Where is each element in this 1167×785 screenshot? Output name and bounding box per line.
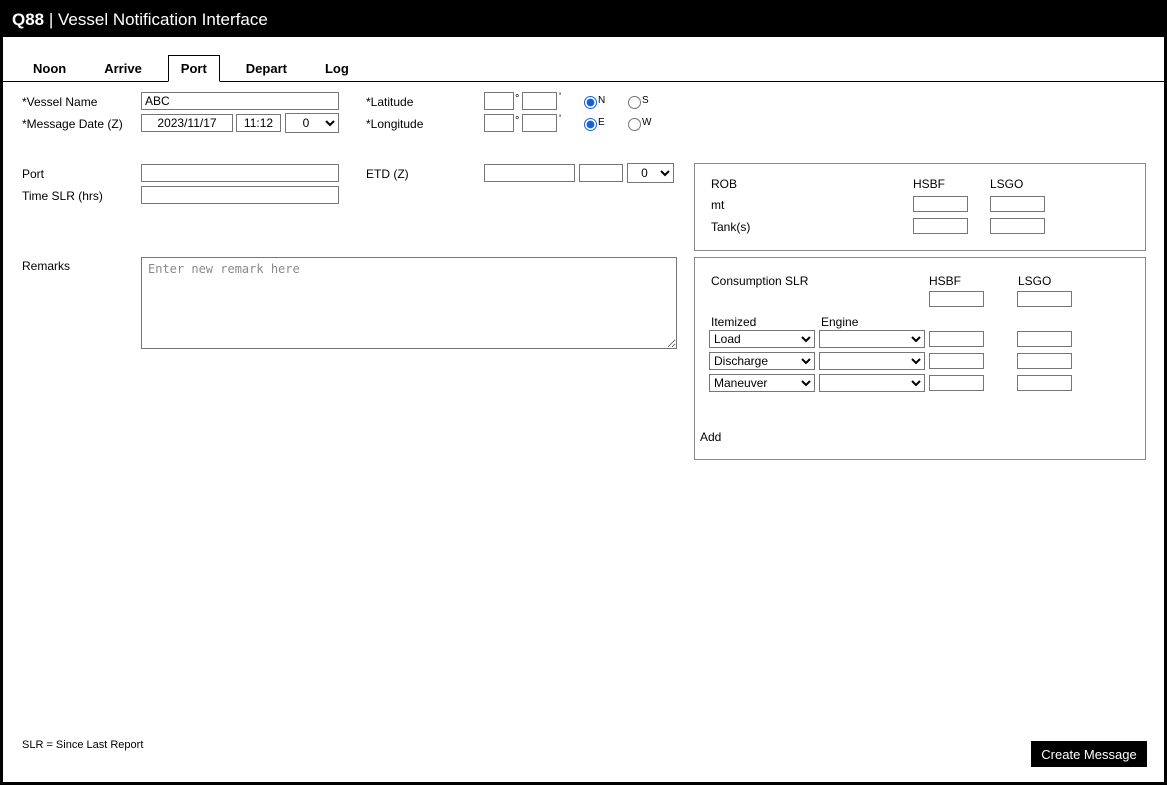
time-slr-input[interactable] xyxy=(141,186,339,204)
latitude-minute-symbol: ' xyxy=(559,91,562,103)
vessel-name-input[interactable] xyxy=(141,92,339,110)
consumption-row-1-hsbf-input[interactable] xyxy=(929,331,984,347)
consumption-lsgo-total-input[interactable] xyxy=(1017,291,1072,307)
tab-arrive[interactable]: Arrive xyxy=(92,56,154,83)
consumption-hsbf-column-header: HSBF xyxy=(929,274,962,288)
latitude-label: *Latitude xyxy=(366,95,414,109)
app-brand: Q88 xyxy=(12,10,45,29)
latitude-north-radio[interactable] xyxy=(584,96,597,109)
time-slr-label: Time SLR (hrs) xyxy=(22,189,103,203)
consumption-row-1-lsgo-input[interactable] xyxy=(1017,331,1072,347)
latitude-degrees-input[interactable] xyxy=(484,92,514,110)
consumption-panel-title: Consumption SLR xyxy=(711,274,809,288)
tab-bar: Noon Arrive Port Depart Log xyxy=(3,54,1164,82)
etd-label: ETD (Z) xyxy=(366,167,409,181)
longitude-east-radio-label: E xyxy=(598,117,605,128)
remarks-label: Remarks xyxy=(22,259,71,273)
message-date-input[interactable] xyxy=(141,114,233,132)
consumption-lsgo-column-header: LSGO xyxy=(1018,274,1052,288)
itemized-select-row-3[interactable]: Maneuver xyxy=(709,374,815,392)
rob-lsgo-column-header: LSGO xyxy=(990,177,1024,191)
message-time-input[interactable] xyxy=(236,114,281,132)
latitude-degree-symbol: ° xyxy=(515,93,520,105)
longitude-west-radio-label: W xyxy=(642,117,652,128)
rob-panel-title: ROB xyxy=(711,177,738,191)
add-consumption-row-link[interactable]: Add xyxy=(700,430,721,444)
itemized-column-header: Itemized xyxy=(711,315,757,329)
tab-noon[interactable]: Noon xyxy=(21,56,78,83)
tab-log[interactable]: Log xyxy=(313,56,361,83)
longitude-degree-symbol: ° xyxy=(515,115,520,127)
app-window: Q88 | Vessel Notification Interface Noon… xyxy=(0,0,1167,785)
consumption-row-2-hsbf-input[interactable] xyxy=(929,353,984,369)
title-separator: | xyxy=(44,10,59,29)
itemized-select-row-1[interactable]: Load xyxy=(709,330,815,348)
page-title: Vessel Notification Interface xyxy=(58,10,268,29)
etd-offset-select[interactable]: 0 xyxy=(627,163,674,183)
longitude-east-radio[interactable] xyxy=(584,118,597,131)
consumption-row-3-hsbf-input[interactable] xyxy=(929,375,984,391)
engine-select-row-1[interactable] xyxy=(819,330,925,348)
latitude-north-radio-label: N xyxy=(598,95,606,106)
remarks-textarea[interactable] xyxy=(141,257,677,349)
engine-select-row-3[interactable] xyxy=(819,374,925,392)
rob-mt-row-label: mt xyxy=(711,198,725,212)
rob-panel: ROB HSBF LSGO mt Tank(s) xyxy=(694,163,1146,251)
consumption-slr-panel: Consumption SLR HSBF LSGO Itemized Engin… xyxy=(694,257,1146,460)
consumption-row-2-lsgo-input[interactable] xyxy=(1017,353,1072,369)
rob-tanks-lsgo-input[interactable] xyxy=(990,218,1045,234)
rob-mt-lsgo-input[interactable] xyxy=(990,196,1045,212)
etd-time-input[interactable] xyxy=(579,164,623,182)
rob-tanks-row-label: Tank(s) xyxy=(711,220,751,234)
consumption-hsbf-total-input[interactable] xyxy=(929,291,984,307)
tab-port[interactable]: Port xyxy=(167,55,220,82)
latitude-minutes-input[interactable] xyxy=(522,92,557,110)
tab-depart[interactable]: Depart xyxy=(234,56,299,83)
title-bar: Q88 | Vessel Notification Interface xyxy=(3,3,1164,37)
longitude-minute-symbol: ' xyxy=(559,113,562,125)
consumption-row-3-lsgo-input[interactable] xyxy=(1017,375,1072,391)
longitude-minutes-input[interactable] xyxy=(522,114,557,132)
longitude-west-radio[interactable] xyxy=(628,118,641,131)
rob-mt-hsbf-input[interactable] xyxy=(913,196,968,212)
rob-tanks-hsbf-input[interactable] xyxy=(913,218,968,234)
rob-hsbf-column-header: HSBF xyxy=(913,177,946,191)
message-date-label: *Message Date (Z) xyxy=(22,117,123,131)
engine-select-row-2[interactable] xyxy=(819,352,925,370)
latitude-south-radio[interactable] xyxy=(628,96,641,109)
slr-footnote: SLR = Since Last Report xyxy=(22,739,144,751)
port-label: Port xyxy=(22,167,45,181)
port-input[interactable] xyxy=(141,164,339,182)
longitude-label: *Longitude xyxy=(366,117,424,131)
create-message-button[interactable]: Create Message xyxy=(1031,741,1147,767)
vessel-name-label: *Vessel Name xyxy=(22,95,98,109)
engine-column-header: Engine xyxy=(821,315,859,329)
etd-date-input[interactable] xyxy=(484,164,575,182)
message-offset-select[interactable]: 0 xyxy=(285,113,339,133)
latitude-south-radio-label: S xyxy=(642,95,649,106)
itemized-select-row-2[interactable]: Discharge xyxy=(709,352,815,370)
longitude-degrees-input[interactable] xyxy=(484,114,514,132)
